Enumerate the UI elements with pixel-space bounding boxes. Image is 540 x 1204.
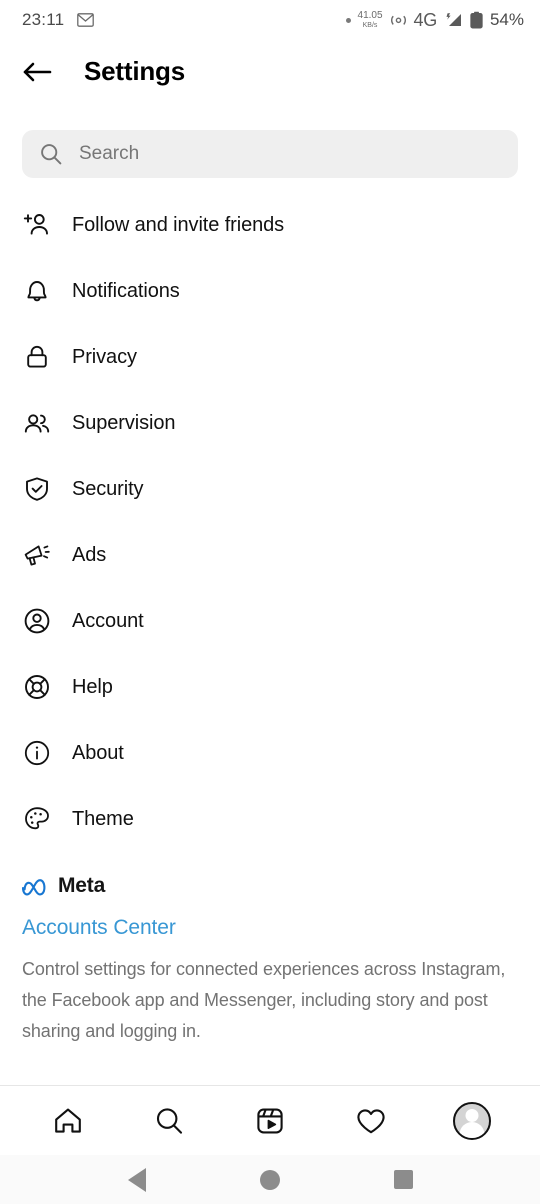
search-box[interactable]	[22, 130, 518, 178]
lock-icon	[22, 342, 52, 372]
settings-menu-list: Follow and invite friends Notifications	[0, 178, 540, 852]
meta-brand: Meta	[22, 874, 518, 898]
settings-item-label: Ads	[72, 543, 107, 566]
settings-scroll-area[interactable]: Follow and invite friends Notifications	[0, 103, 540, 1085]
back-button[interactable]	[22, 57, 52, 87]
signal-bars-icon	[444, 12, 463, 28]
home-icon	[52, 1105, 84, 1137]
people-icon	[22, 408, 52, 438]
app-header: Settings	[0, 40, 540, 103]
lifebuoy-icon	[22, 672, 52, 702]
nav-search-button[interactable]	[143, 1095, 195, 1147]
meta-description: Control settings for connected experienc…	[22, 959, 506, 1041]
settings-item-label: Help	[72, 675, 113, 698]
account-circle-icon	[22, 606, 52, 636]
settings-item-label: Account	[72, 609, 144, 632]
info-circle-icon	[22, 738, 52, 768]
network-type-label: 4G	[413, 9, 438, 30]
settings-item-label: About	[72, 741, 124, 764]
status-time: 23:11	[22, 10, 65, 29]
android-system-nav	[0, 1155, 540, 1204]
bottom-navigation-bar	[0, 1085, 540, 1155]
battery-percent-label: 54%	[489, 10, 524, 29]
system-back-button[interactable]	[117, 1160, 157, 1200]
shield-check-icon	[22, 474, 52, 504]
meta-infinity-logo	[22, 877, 50, 896]
page-title: Settings	[84, 56, 185, 86]
nav-activity-button[interactable]	[345, 1095, 397, 1147]
palette-icon	[22, 804, 52, 834]
app-screen: 23:11 41.05 KB/s 4G 54% Settings Search …	[0, 0, 540, 1204]
status-dot-icon	[345, 17, 351, 23]
data-rate-indicator: 41.05 KB/s	[357, 10, 383, 30]
settings-item-label: Security	[72, 477, 144, 500]
nav-home-button[interactable]	[42, 1095, 94, 1147]
settings-item-account[interactable]: Account	[0, 588, 540, 654]
reels-icon	[254, 1105, 286, 1137]
avatar-head	[465, 1108, 479, 1122]
gmail-icon	[77, 13, 95, 27]
system-recents-button[interactable]	[383, 1160, 423, 1200]
magnifier-icon	[153, 1105, 185, 1137]
recents-square-icon	[393, 1170, 413, 1189]
settings-item-label: Theme	[72, 807, 134, 830]
status-bar-right: 41.05 KB/s 4G 54%	[345, 9, 524, 31]
search-icon	[40, 143, 62, 165]
back-triangle-icon	[127, 1167, 146, 1192]
settings-item-label: Supervision	[72, 411, 176, 434]
megaphone-icon	[22, 540, 52, 570]
search-input[interactable]	[79, 143, 500, 165]
nav-profile-button[interactable]	[446, 1095, 498, 1147]
accounts-center-link[interactable]: Accounts Center	[22, 916, 518, 940]
meta-section: Meta Accounts Center Control settings fo…	[0, 852, 540, 1047]
settings-item-notifications[interactable]: Notifications	[0, 258, 540, 324]
system-home-button[interactable]	[250, 1160, 290, 1200]
meta-wordmark: Meta	[58, 874, 106, 897]
settings-item-ads[interactable]: Ads	[0, 522, 540, 588]
settings-item-help[interactable]: Help	[0, 654, 540, 720]
person-add-icon	[22, 210, 52, 240]
settings-item-follow-and-invite-friends[interactable]: Follow and invite friends	[0, 192, 540, 258]
settings-item-label: Privacy	[72, 345, 137, 368]
settings-item-security[interactable]: Security	[0, 456, 540, 522]
settings-item-label: Follow and invite friends	[72, 213, 285, 236]
settings-item-supervision[interactable]: Supervision	[0, 390, 540, 456]
battery-icon	[470, 11, 483, 29]
home-circle-icon	[259, 1169, 280, 1190]
settings-item-theme[interactable]: Theme	[0, 786, 540, 852]
data-rate-unit: KB/s	[362, 22, 378, 29]
avatar-icon	[452, 1101, 491, 1140]
settings-item-privacy[interactable]: Privacy	[0, 324, 540, 390]
avatar-body	[459, 1121, 485, 1138]
data-rate-value: 41.05	[357, 10, 383, 21]
nav-reels-button[interactable]	[244, 1095, 296, 1147]
status-bar-left: 23:11	[22, 10, 95, 30]
heart-icon	[355, 1105, 387, 1137]
status-bar: 23:11 41.05 KB/s 4G 54%	[0, 0, 540, 40]
search-section	[0, 103, 540, 178]
bell-icon	[22, 276, 52, 306]
settings-item-about[interactable]: About	[0, 720, 540, 786]
wifi-hotspot-icon	[390, 13, 407, 28]
settings-item-label: Notifications	[72, 279, 180, 302]
